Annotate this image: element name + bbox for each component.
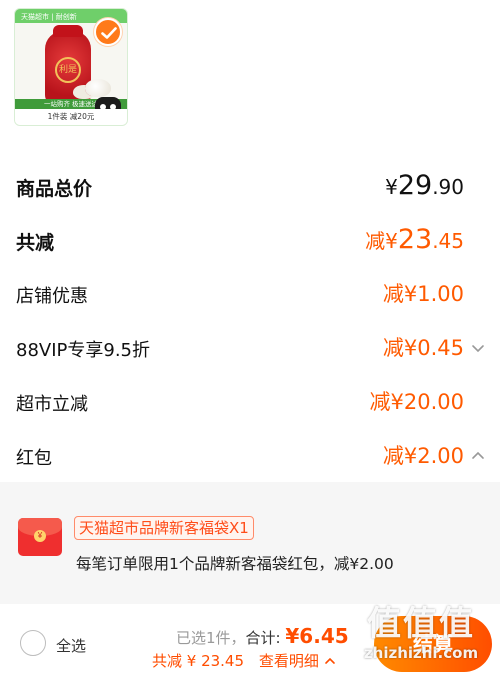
red-packet-description: 每笔订单限用1个品牌新客福袋红包，减¥2.00 bbox=[76, 555, 394, 573]
discount-summary: 共减 ¥ 23.45 bbox=[152, 652, 245, 670]
total-discount-int: 23 bbox=[397, 224, 433, 255]
total-discount-prefix: 减¥ bbox=[365, 229, 398, 253]
discount-summary-line[interactable]: 共减 ¥ 23.45 查看明细 bbox=[152, 650, 336, 671]
total-discount-label: 共减 bbox=[16, 232, 55, 254]
red-packet-icon: ¥ bbox=[18, 518, 62, 556]
supermarket-discount-label: 超市立减 bbox=[16, 394, 88, 415]
goods-total-amount: ¥29.90 bbox=[385, 170, 464, 201]
red-packet-detail-panel: ¥ 天猫超市品牌新客福袋X1 每笔订单限用1个品牌新客福袋红包，减¥2.00 bbox=[0, 482, 500, 604]
thumbnail-bottom-text: 1件装 减20元 bbox=[15, 109, 127, 125]
red-packet-tag: 天猫超市品牌新客福袋X1 bbox=[74, 516, 254, 540]
chevron-up-icon[interactable] bbox=[324, 656, 336, 666]
row-total-discount: 共减 减¥23.45 bbox=[0, 220, 500, 260]
total-label: 合计: bbox=[245, 629, 281, 647]
goods-total-int: 29 bbox=[397, 170, 433, 201]
total-amount: ¥6.45 bbox=[285, 624, 349, 648]
row-88vip-discount[interactable]: 88VIP专享9.5折 减¥0.45 bbox=[0, 328, 500, 368]
select-all-checkbox[interactable] bbox=[20, 630, 46, 656]
goods-total-label: 商品总价 bbox=[16, 178, 93, 200]
row-goods-total: 商品总价 ¥29.90 bbox=[0, 166, 500, 206]
chevron-up-icon[interactable] bbox=[470, 448, 486, 464]
row-red-packet[interactable]: 红包 减¥2.00 bbox=[0, 436, 500, 476]
bun-image bbox=[85, 79, 111, 97]
chevron-down-icon[interactable] bbox=[470, 340, 486, 356]
row-store-discount: 店铺优惠 减¥1.00 bbox=[0, 274, 500, 314]
total-discount-dec: .45 bbox=[432, 229, 464, 253]
goods-total-currency: ¥ bbox=[385, 175, 398, 199]
row-supermarket-discount: 超市立减 减¥20.00 bbox=[0, 382, 500, 422]
vip-discount-amount: 减¥0.45 bbox=[382, 336, 464, 360]
total-discount-amount: 减¥23.45 bbox=[365, 224, 464, 255]
checkout-bar: 全选 已选1件，合计: ¥6.45 共减 ¥ 23.45 查看明细 结算 值值值… bbox=[0, 604, 500, 678]
red-packet-coin-glyph: ¥ bbox=[34, 530, 46, 542]
bag-seal-text: 利是 bbox=[55, 57, 81, 83]
red-packet-label: 红包 bbox=[16, 448, 52, 469]
checkout-button[interactable]: 结算 bbox=[374, 616, 492, 672]
selected-check-icon[interactable] bbox=[94, 18, 122, 46]
order-summary-line: 已选1件，合计: ¥6.45 bbox=[176, 624, 349, 648]
view-details-link[interactable]: 查看明细 bbox=[259, 652, 319, 670]
goods-total-dec: .90 bbox=[432, 175, 464, 199]
selected-count: 已选1件， bbox=[176, 629, 246, 647]
select-all-label[interactable]: 全选 bbox=[56, 635, 86, 656]
supermarket-discount-amount: 减¥20.00 bbox=[369, 390, 464, 414]
gift-bag-image: 利是 bbox=[45, 25, 91, 105]
vip-discount-label: 88VIP专享9.5折 bbox=[16, 340, 151, 361]
red-packet-amount: 减¥2.00 bbox=[382, 444, 464, 468]
store-discount-label: 店铺优惠 bbox=[16, 286, 88, 307]
store-discount-amount: 减¥1.00 bbox=[382, 282, 464, 306]
